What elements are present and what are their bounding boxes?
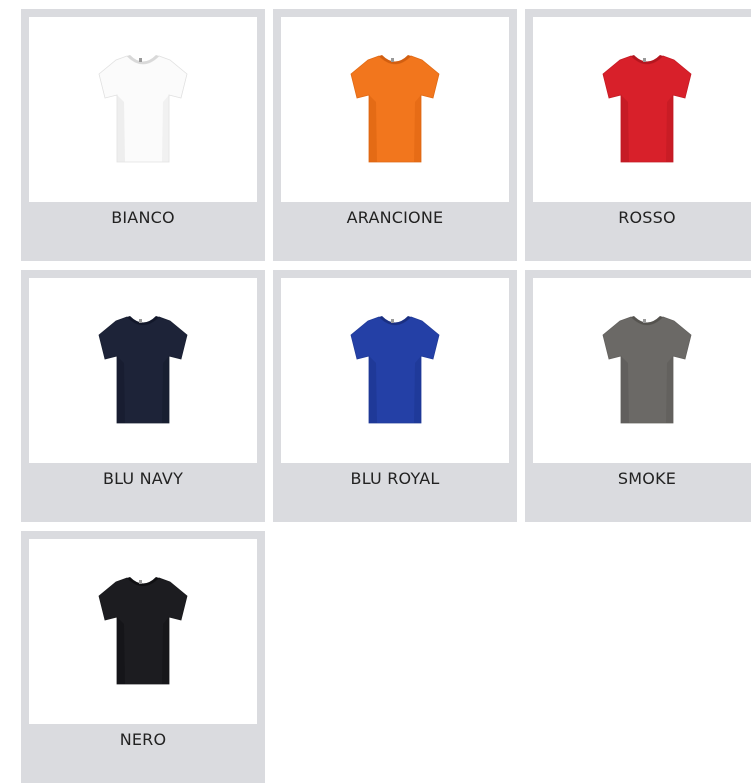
color-swatch-smoke[interactable]: SMOKE <box>525 270 751 522</box>
color-name-label: BLU NAVY <box>102 469 184 488</box>
tshirt-image <box>533 278 751 463</box>
tshirt-icon <box>350 315 440 423</box>
tshirt-icon <box>602 315 692 423</box>
tshirt-icon <box>602 54 692 162</box>
color-swatch-arancione[interactable]: ARANCIONE <box>273 9 517 261</box>
color-swatch-bianco[interactable]: BIANCO <box>21 9 265 261</box>
tshirt-image <box>29 278 257 463</box>
tshirt-image <box>281 278 509 463</box>
tshirt-image <box>281 17 509 202</box>
color-name-label: ROSSO <box>618 208 676 227</box>
tshirt-icon <box>350 54 440 162</box>
color-swatch-blu-navy[interactable]: BLU NAVY <box>21 270 265 522</box>
tshirt-icon <box>98 315 188 423</box>
tshirt-image <box>29 539 257 724</box>
tshirt-icon <box>98 54 188 162</box>
color-name-label: SMOKE <box>617 469 677 488</box>
color-name-label: BIANCO <box>111 208 175 227</box>
color-swatch-rosso[interactable]: ROSSO <box>525 9 751 261</box>
color-swatch-grid: BIANCO ARANCIONE ROSSO BLU NAVY BLU ROYA… <box>21 9 751 783</box>
color-name-label: BLU ROYAL <box>350 469 440 488</box>
color-name-label: NERO <box>119 730 167 749</box>
color-name-label: ARANCIONE <box>346 208 444 227</box>
color-swatch-blu-royal[interactable]: BLU ROYAL <box>273 270 517 522</box>
tshirt-image <box>533 17 751 202</box>
tshirt-icon <box>98 576 188 684</box>
tshirt-image <box>29 17 257 202</box>
color-swatch-nero[interactable]: NERO <box>21 531 265 783</box>
